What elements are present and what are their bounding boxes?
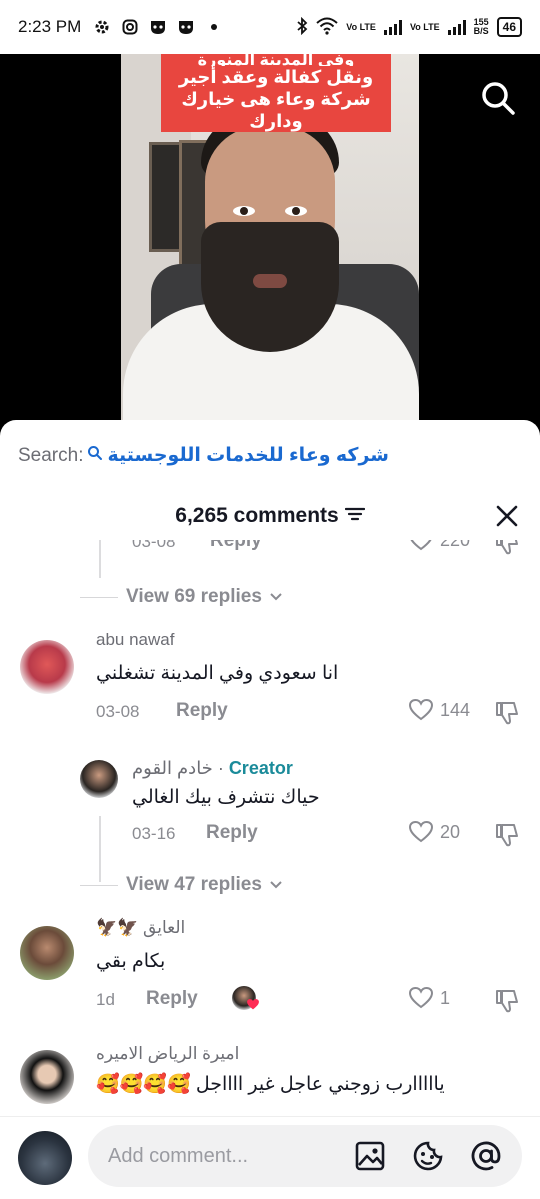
status-time: 2:23 PM <box>18 17 82 36</box>
comments-sheet: Search: شركه وعاء للخدمات اللوجستية 6,26… <box>0 420 540 1199</box>
creator-badge: Creator <box>228 758 293 778</box>
reply-dislike-button[interactable] <box>494 822 520 848</box>
bluetooth-icon <box>296 16 308 38</box>
system-indicators: Vo LTE Vo LTE 155 B/S 46 <box>296 16 522 38</box>
heart-icon <box>408 820 434 843</box>
reply-button[interactable]: Reply <box>176 700 228 722</box>
reply-username-row: خادم القوم · Creator <box>132 758 293 779</box>
video-caption-line2: ونقل كفالة وعقد أجير <box>161 66 391 88</box>
instagram-icon <box>121 18 139 36</box>
comment-text-2: بكام بقي <box>96 951 166 972</box>
settings-icon <box>93 18 111 36</box>
reply-like-count: 20 <box>440 821 461 842</box>
comment-text: انا سعودي وفي المدينة تشغلني <box>96 663 339 684</box>
like-count: 144 <box>440 699 471 720</box>
dislike-icon <box>496 824 518 847</box>
partial-reply-button[interactable]: Reply <box>210 540 262 552</box>
comment-count: 6,265 comments <box>175 504 339 527</box>
reply-text: حياك نتشرف بيك الغالي <box>132 787 320 808</box>
reply-button-2[interactable]: Reply <box>146 988 198 1010</box>
view-replies-label-2: View 47 replies <box>126 874 262 895</box>
dislike-icon <box>496 990 518 1013</box>
comment-input[interactable] <box>108 1125 348 1187</box>
signal-icon-2 <box>447 19 466 35</box>
mask-app-icon-2 <box>177 18 195 36</box>
comment-username-2[interactable]: العايق 🦅🦅 <box>96 918 185 938</box>
signal-icon-1 <box>383 19 402 35</box>
status-bar: 2:23 PM Vo LTE Vo LTE 155 B/S 46 <box>0 0 540 54</box>
wifi-icon <box>316 17 338 38</box>
video-caption-line3: شركة وعاء هى خيارك ودارك <box>161 88 391 132</box>
partial-like-count: 220 <box>440 540 470 551</box>
volte-indicator-2: Vo LTE <box>409 21 440 32</box>
search-icon <box>482 82 515 115</box>
reply-like-button[interactable]: 20 <box>408 820 460 844</box>
dislike-button[interactable] <box>494 700 520 726</box>
at-icon <box>471 1141 501 1171</box>
comment-text-3: يااااارب زوجني عاجل غير ااااجل 🥰🥰🥰🥰 <box>96 1074 445 1095</box>
comment-input-container[interactable] <box>88 1125 522 1187</box>
volte-indicator-1: Vo LTE <box>346 21 376 32</box>
chevron-down-icon <box>270 593 282 601</box>
avatar-amira[interactable] <box>20 1050 74 1104</box>
reply-separator: · <box>212 758 229 778</box>
reply-username[interactable]: خادم القوم <box>132 758 213 778</box>
chevron-down-icon <box>270 881 282 889</box>
more-notifications-dot-icon <box>205 18 223 36</box>
close-button[interactable] <box>496 505 518 527</box>
heart-icon <box>408 698 434 721</box>
video-caption-line1: وفى المدينة المنورة <box>161 54 391 66</box>
battery-indicator: 46 <box>496 17 522 37</box>
partial-like-button[interactable]: 220 <box>408 540 470 552</box>
comment-count-header: 6,265 comments <box>0 504 540 528</box>
like-button[interactable]: 144 <box>408 698 470 722</box>
comment-list[interactable]: 03-08 Reply 220 View 69 replies abu nawa… <box>0 540 540 1112</box>
network-speed: 155 B/S <box>474 18 489 36</box>
network-speed-unit: B/S <box>473 26 489 36</box>
video-frame[interactable]: وفى المدينة المنورة ونقل كفالة وعقد أجير… <box>121 54 419 434</box>
related-search-icon <box>87 445 103 467</box>
view-replies-label-1: View 69 replies <box>126 586 262 607</box>
dislike-icon <box>496 540 518 555</box>
mask-app-icon <box>149 18 167 36</box>
comment-username-3[interactable]: اميرة الرياض الاميره <box>96 1044 239 1064</box>
view-replies-button-1[interactable]: View 69 replies <box>80 586 282 608</box>
comment-input-bar <box>0 1116 540 1199</box>
image-icon <box>355 1141 385 1171</box>
view-replies-button-2[interactable]: View 47 replies <box>80 874 282 896</box>
comment-username[interactable]: abu nawaf <box>96 630 174 650</box>
filter-icon[interactable] <box>344 504 365 528</box>
related-search[interactable]: Search: شركه وعاء للخدمات اللوجستية <box>18 444 389 467</box>
emoji-button[interactable] <box>412 1140 444 1172</box>
avatar-alayeq[interactable] <box>20 926 74 980</box>
video-player[interactable]: وفى المدينة المنورة ونقل كفالة وعقد أجير… <box>0 54 540 434</box>
dislike-icon <box>496 702 518 725</box>
avatar-abu-nawaf[interactable] <box>20 640 74 694</box>
comment-date-2: 1d <box>96 990 115 1009</box>
comment-date: 03-08 <box>96 702 140 721</box>
search-button[interactable] <box>480 80 516 116</box>
heart-icon <box>408 986 434 1009</box>
related-search-label: Search: <box>18 445 84 466</box>
related-search-query[interactable]: شركه وعاء للخدمات اللوجستية <box>107 444 388 467</box>
reply-date: 03-16 <box>132 824 176 843</box>
close-icon <box>496 505 518 527</box>
notification-icons <box>93 18 223 36</box>
avatar-creator[interactable] <box>80 760 118 798</box>
partial-comment-date: 03-08 <box>132 540 176 551</box>
heart-icon <box>410 540 432 551</box>
emoji-icon <box>413 1141 443 1171</box>
like-button-2[interactable]: 1 <box>408 986 450 1010</box>
creator-heart-icon <box>247 999 259 1010</box>
image-button[interactable] <box>354 1140 386 1172</box>
partial-dislike-button[interactable] <box>494 540 520 556</box>
like-count-2: 1 <box>440 987 451 1008</box>
current-user-avatar[interactable] <box>18 1131 72 1185</box>
reply-reply-button[interactable]: Reply <box>206 822 258 844</box>
dislike-button-2[interactable] <box>494 988 520 1014</box>
mention-button[interactable] <box>470 1140 502 1172</box>
